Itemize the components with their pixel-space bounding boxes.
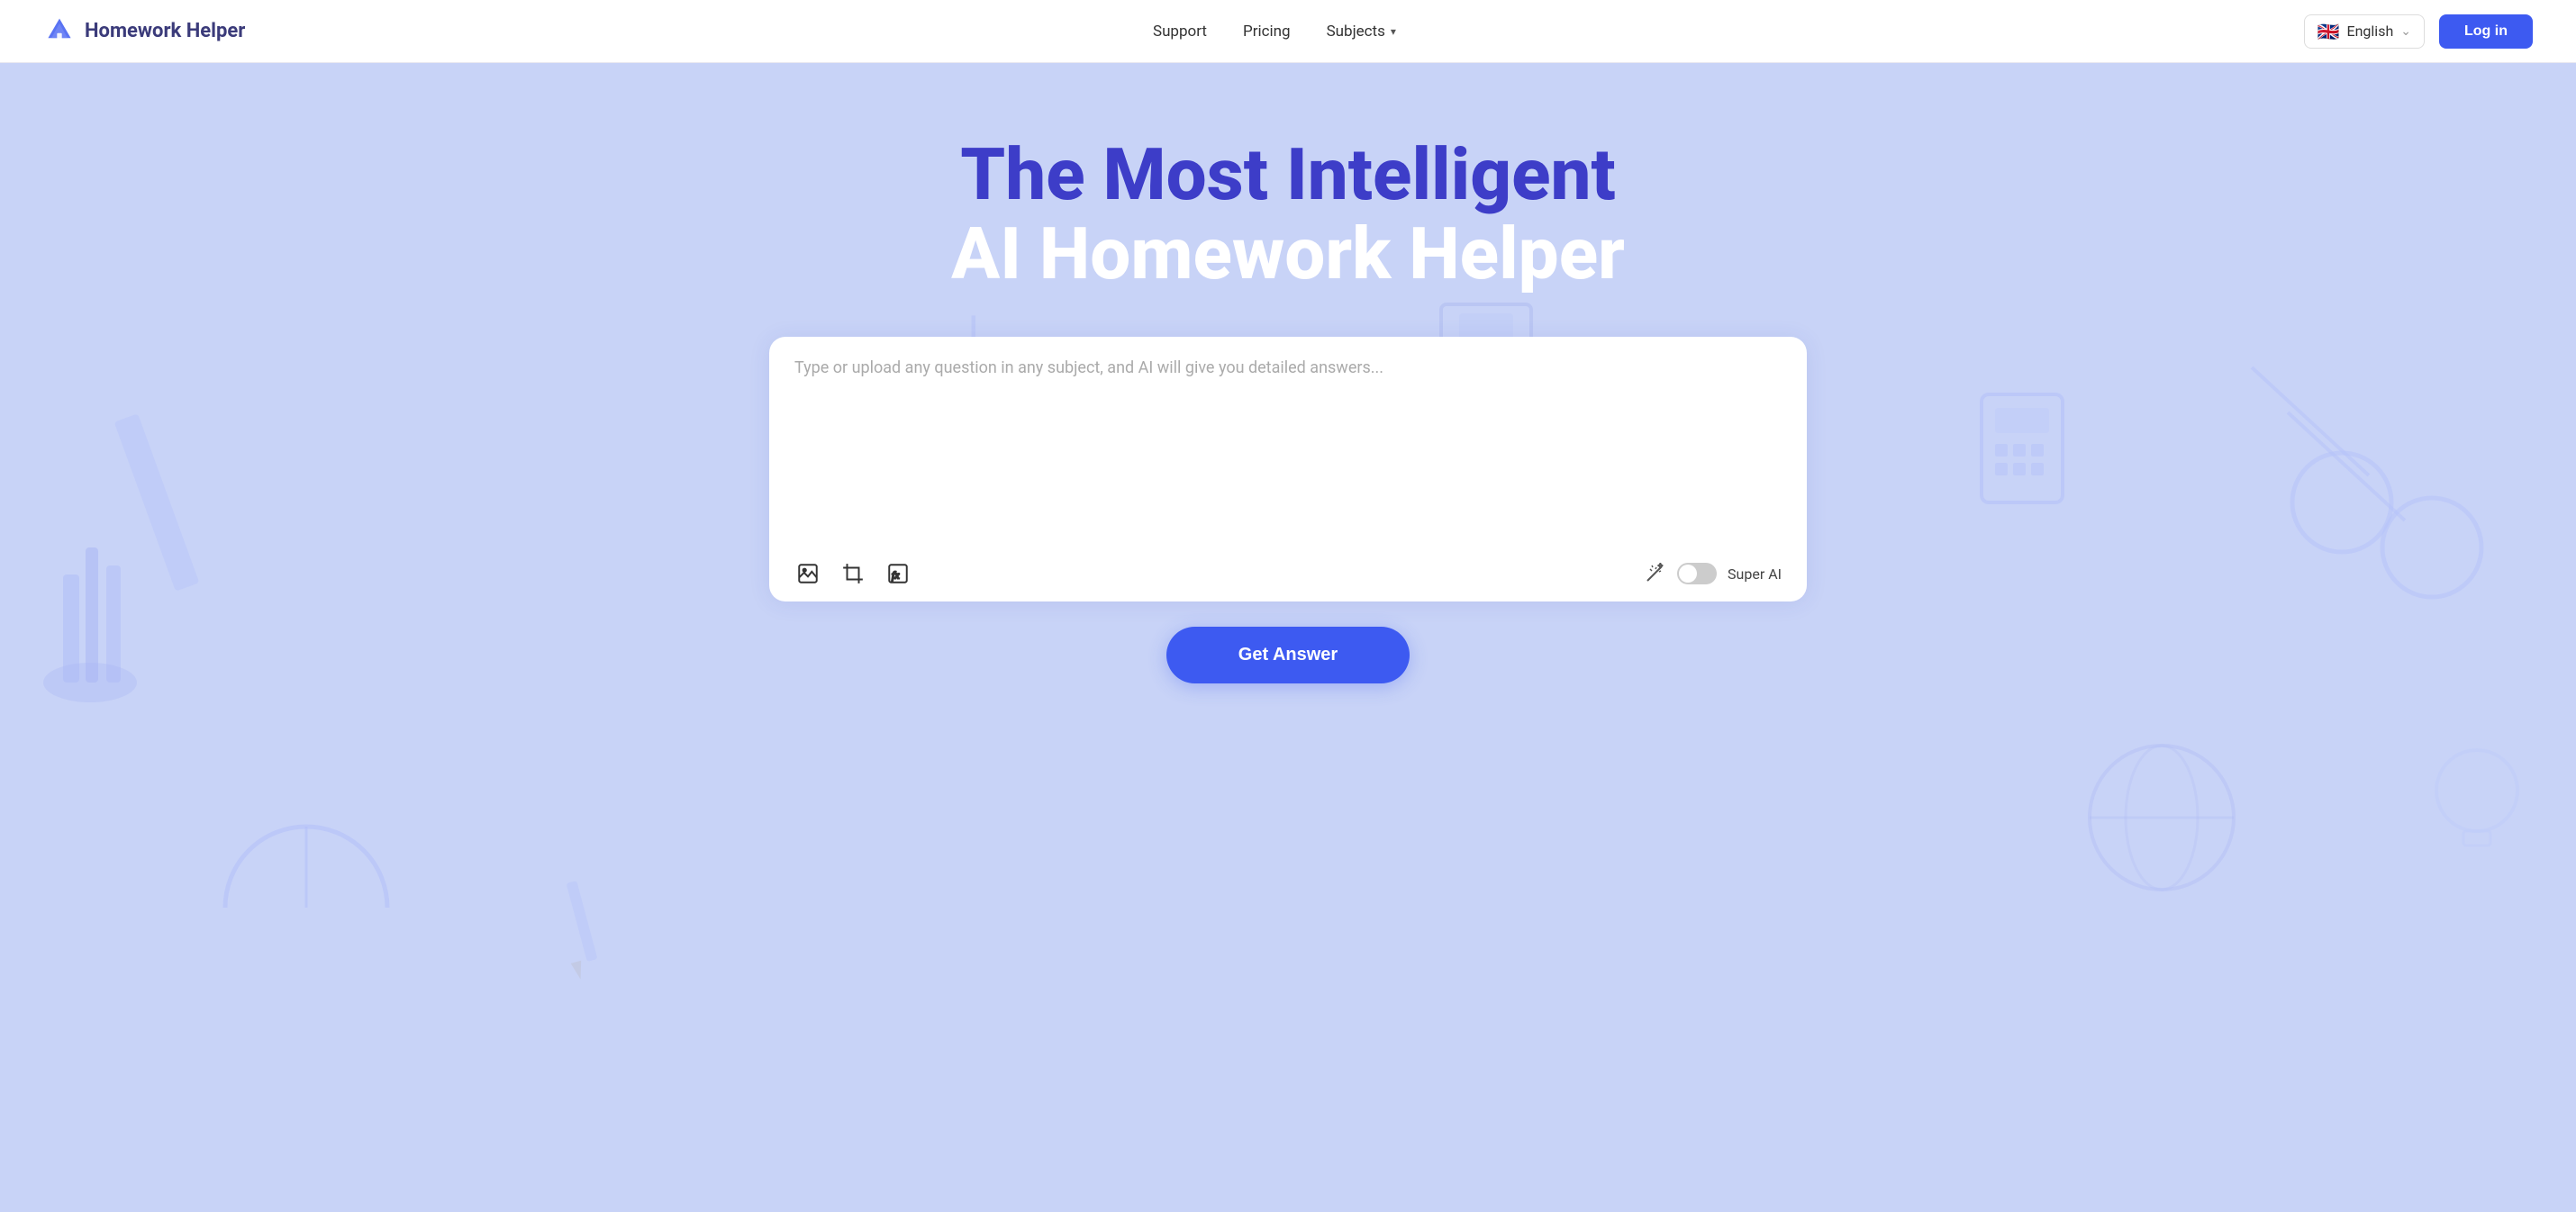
crop-icon[interactable]: [839, 560, 866, 587]
hero-title-line1: The Most Intelligent: [951, 135, 1625, 214]
toolbar-right: ✦ Super AI: [1643, 562, 1782, 585]
formula-icon[interactable]: fx: [884, 560, 912, 587]
question-toolbar: fx: [794, 549, 1782, 587]
hero-title-line2: AI Homework Helper: [951, 214, 1625, 294]
image-upload-icon[interactable]: [794, 560, 821, 587]
hero-content: The Most Intelligent AI Homework Helper: [748, 135, 1828, 683]
selector-arrow-icon: ⌄: [2400, 24, 2411, 39]
nav-pricing[interactable]: Pricing: [1243, 23, 1291, 41]
super-ai-toggle[interactable]: [1677, 563, 1717, 584]
svg-text:✦: ✦: [1657, 563, 1664, 570]
logo-icon: [43, 15, 76, 48]
logo-text: Homework Helper: [85, 20, 245, 42]
login-button[interactable]: Log in: [2439, 14, 2533, 49]
nav-subjects[interactable]: Subjects ▾: [1327, 23, 1396, 41]
nav-subjects-label: Subjects: [1327, 23, 1385, 41]
nav-right: 🇬🇧 English ⌄ Log in: [2304, 14, 2533, 49]
toolbar-left: fx: [794, 560, 912, 587]
logo[interactable]: Homework Helper: [43, 15, 245, 48]
chevron-down-icon: ▾: [1391, 25, 1396, 38]
navbar: Homework Helper Support Pricing Subjects…: [0, 0, 2576, 63]
super-ai-label: Super AI: [1728, 565, 1782, 583]
hero-section: ♩ The Most I: [0, 63, 2576, 1212]
get-answer-button[interactable]: Get Answer: [1166, 627, 1410, 683]
svg-text:fx: fx: [892, 568, 900, 581]
hero-title: The Most Intelligent AI Homework Helper: [951, 135, 1625, 294]
question-box: fx: [769, 337, 1807, 601]
language-label: English: [2347, 23, 2394, 40]
language-selector[interactable]: 🇬🇧 English ⌄: [2304, 14, 2425, 49]
flag-icon: 🇬🇧: [2317, 21, 2340, 42]
nav-links: Support Pricing Subjects ▾: [1153, 23, 1396, 41]
magic-wand-icon[interactable]: ✦: [1643, 562, 1666, 585]
nav-support[interactable]: Support: [1153, 23, 1207, 41]
question-input[interactable]: [794, 358, 1782, 538]
